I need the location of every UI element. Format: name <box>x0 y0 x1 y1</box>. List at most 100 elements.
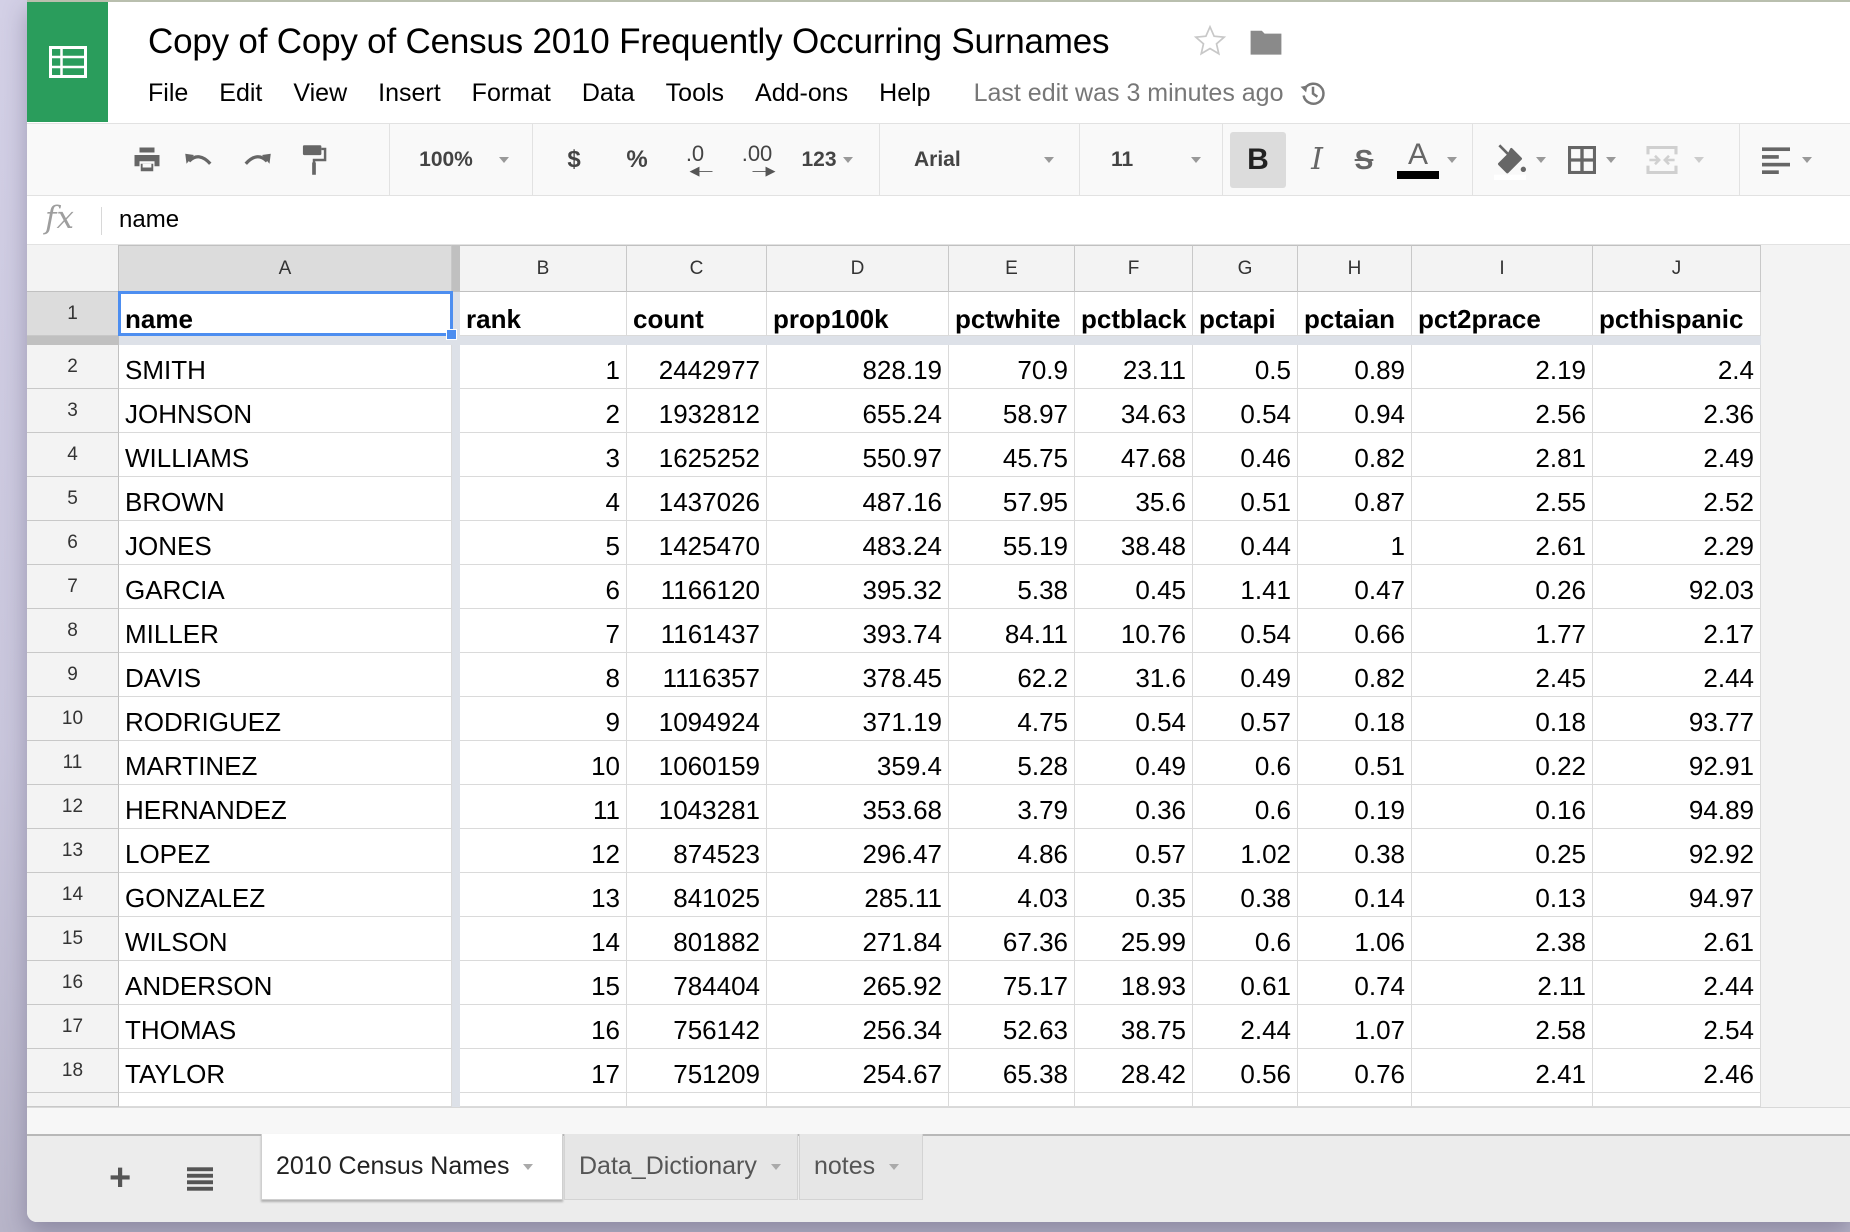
cell-i[interactable]: 2.58 <box>1412 1005 1593 1049</box>
paint-format-button[interactable] <box>289 124 339 195</box>
cell-d[interactable]: 483.24 <box>767 521 949 565</box>
cell-h[interactable]: 0.51 <box>1298 741 1412 785</box>
row-header[interactable] <box>27 1093 119 1107</box>
cell-e[interactable]: 5.38 <box>949 565 1075 609</box>
cell-d[interactable]: 828.19 <box>767 345 949 389</box>
frozen-row-handle[interactable] <box>27 336 119 345</box>
zoom-select[interactable]: 100% <box>399 124 529 195</box>
cell-h[interactable]: 1.06 <box>1298 917 1412 961</box>
last-edit-status[interactable]: Last edit was 3 minutes ago <box>974 79 1284 108</box>
cell-e[interactable]: 58.97 <box>949 389 1075 433</box>
more-formats-button[interactable]: 123 <box>792 124 862 195</box>
cell-f[interactable]: 34.63 <box>1075 389 1193 433</box>
cell-g[interactable]: 1.41 <box>1193 565 1298 609</box>
cell-g[interactable]: 0.56 <box>1193 1049 1298 1093</box>
cell-c[interactable]: 1043281 <box>627 785 767 829</box>
cell-e[interactable]: 52.63 <box>949 1005 1075 1049</box>
cell-g[interactable]: 0.6 <box>1193 741 1298 785</box>
cell-e[interactable]: 84.11 <box>949 609 1075 653</box>
row-header[interactable]: 5 <box>27 477 119 521</box>
cell-h[interactable]: 0.89 <box>1298 345 1412 389</box>
cell-a[interactable]: GARCIA <box>119 565 452 609</box>
cell-e[interactable]: 4.86 <box>949 829 1075 873</box>
cell-b[interactable]: 1 <box>460 345 627 389</box>
cell-j[interactable]: 2.36 <box>1593 389 1761 433</box>
cell-g[interactable]: 0.54 <box>1193 389 1298 433</box>
menu-format[interactable]: Format <box>472 79 551 108</box>
cell-e[interactable]: 65.38 <box>949 1049 1075 1093</box>
row-header[interactable]: 6 <box>27 521 119 565</box>
cell-e[interactable]: 45.75 <box>949 433 1075 477</box>
sheets-home-logo[interactable] <box>27 2 108 122</box>
row-header[interactable]: 12 <box>27 785 119 829</box>
cell-a[interactable]: LOPEZ <box>119 829 452 873</box>
cell-d[interactable]: 271.84 <box>767 917 949 961</box>
cell-f[interactable]: 0.35 <box>1075 873 1193 917</box>
cell-empty[interactable] <box>119 1093 452 1107</box>
cell-b[interactable]: 16 <box>460 1005 627 1049</box>
header-cell-rank[interactable]: rank <box>460 292 627 336</box>
cell-j[interactable]: 93.77 <box>1593 697 1761 741</box>
cell-c[interactable]: 1932812 <box>627 389 767 433</box>
cell-i[interactable]: 0.16 <box>1412 785 1593 829</box>
row-header[interactable]: 4 <box>27 433 119 477</box>
chevron-down-icon[interactable] <box>770 1163 781 1170</box>
merge-cells-button[interactable] <box>1637 124 1712 195</box>
cell-i[interactable]: 2.41 <box>1412 1049 1593 1093</box>
menu-view[interactable]: View <box>293 79 347 108</box>
cell-a[interactable]: HERNANDEZ <box>119 785 452 829</box>
row-header[interactable]: 16 <box>27 961 119 1005</box>
decrease-decimal-button[interactable]: .0 ◀— <box>670 124 720 195</box>
cell-e[interactable]: 4.03 <box>949 873 1075 917</box>
header-cell-count[interactable]: count <box>627 292 767 336</box>
cell-c[interactable]: 1166120 <box>627 565 767 609</box>
menu-data[interactable]: Data <box>582 79 635 108</box>
header-cell-pctaian[interactable]: pctaian <box>1298 292 1412 336</box>
chevron-down-icon[interactable] <box>889 1163 900 1170</box>
cell-d[interactable]: 256.34 <box>767 1005 949 1049</box>
cell-a[interactable]: BROWN <box>119 477 452 521</box>
cell-h[interactable]: 0.74 <box>1298 961 1412 1005</box>
row-header[interactable]: 15 <box>27 917 119 961</box>
horizontal-align-button[interactable] <box>1752 124 1822 195</box>
cell-e[interactable]: 75.17 <box>949 961 1075 1005</box>
cell-g[interactable]: 0.6 <box>1193 785 1298 829</box>
cell-b[interactable]: 3 <box>460 433 627 477</box>
column-header-i[interactable]: I <box>1412 245 1593 292</box>
menu-edit[interactable]: Edit <box>219 79 262 108</box>
cell-b[interactable]: 12 <box>460 829 627 873</box>
cell-h[interactable]: 0.66 <box>1298 609 1412 653</box>
cell-j[interactable]: 2.4 <box>1593 345 1761 389</box>
cell-empty[interactable] <box>767 1093 949 1107</box>
undo-button[interactable] <box>174 124 224 195</box>
cell-b[interactable]: 6 <box>460 565 627 609</box>
redo-button[interactable] <box>232 124 282 195</box>
cell-h[interactable]: 0.82 <box>1298 653 1412 697</box>
cell-a[interactable]: TAYLOR <box>119 1049 452 1093</box>
cell-i[interactable]: 2.19 <box>1412 345 1593 389</box>
cell-f[interactable]: 0.36 <box>1075 785 1193 829</box>
cell-i[interactable]: 2.45 <box>1412 653 1593 697</box>
cell-c[interactable]: 841025 <box>627 873 767 917</box>
horizontal-scrollbar[interactable] <box>27 1107 1850 1134</box>
cell-c[interactable]: 751209 <box>627 1049 767 1093</box>
cell-a[interactable]: GONZALEZ <box>119 873 452 917</box>
column-header-e[interactable]: E <box>949 245 1075 292</box>
cell-a[interactable]: ANDERSON <box>119 961 452 1005</box>
chevron-down-icon[interactable] <box>523 1163 534 1170</box>
row-header[interactable]: 8 <box>27 609 119 653</box>
cell-j[interactable]: 2.49 <box>1593 433 1761 477</box>
cell-c[interactable]: 1094924 <box>627 697 767 741</box>
cell-g[interactable]: 0.6 <box>1193 917 1298 961</box>
cell-i[interactable]: 1.77 <box>1412 609 1593 653</box>
row-header[interactable]: 13 <box>27 829 119 873</box>
cell-e[interactable]: 3.79 <box>949 785 1075 829</box>
fill-color-button[interactable] <box>1482 124 1557 195</box>
italic-button[interactable]: I <box>1292 124 1342 195</box>
header-cell-pcthispanic[interactable]: pcthispanic <box>1593 292 1761 336</box>
cell-a[interactable]: WILSON <box>119 917 452 961</box>
bold-button[interactable]: B <box>1230 132 1286 188</box>
cell-g[interactable]: 0.57 <box>1193 697 1298 741</box>
cell-a[interactable]: WILLIAMS <box>119 433 452 477</box>
cell-b[interactable]: 2 <box>460 389 627 433</box>
